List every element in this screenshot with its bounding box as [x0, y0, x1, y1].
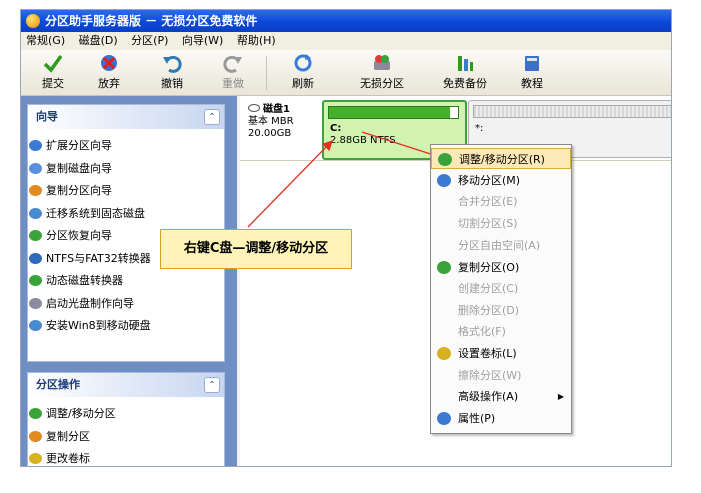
menu-item-allocate-free-space[interactable]: 分区自由空间(A) — [431, 235, 571, 256]
set-label-icon — [437, 347, 451, 360]
menu-item-move[interactable]: 移动分区(M) — [431, 170, 571, 191]
menu-item-label: 复制分区(O) — [458, 261, 520, 274]
menu-item-delete[interactable]: 删除分区(D) — [431, 300, 571, 321]
annotation-arrows — [247, 131, 442, 228]
menu-item-advanced[interactable]: 高级操作(A) ▶ — [431, 386, 571, 407]
menu-item-label: 移动分区(M) — [458, 174, 521, 187]
menu-item-label: 合并分区(E) — [458, 195, 518, 208]
menu-item-label: 擦除分区(W) — [458, 369, 522, 382]
context-menu: 调整/移动分区(R) 移动分区(M) 合并分区(E) 切割分区(S) 分区自由空… — [430, 144, 572, 434]
menu-item-label: 切割分区(S) — [458, 217, 518, 230]
menu-item-create[interactable]: 创建分区(C) — [431, 278, 571, 299]
info-icon — [437, 412, 451, 425]
menu-item-split[interactable]: 切割分区(S) — [431, 213, 571, 234]
menu-item-merge[interactable]: 合并分区(E) — [431, 191, 571, 212]
menu-item-wipe[interactable]: 擦除分区(W) — [431, 365, 571, 386]
menu-item-format[interactable]: 格式化(F) — [431, 321, 571, 342]
arrow-to-partition — [247, 140, 333, 228]
menu-item-label: 属性(P) — [458, 412, 496, 425]
copy-partition-icon — [437, 261, 451, 274]
menu-item-label: 创建分区(C) — [458, 282, 519, 295]
menu-item-label: 高级操作(A) — [458, 390, 519, 403]
menu-item-set-label[interactable]: 设置卷标(L) — [431, 343, 571, 364]
menu-item-label: 调整/移动分区(R) — [459, 153, 545, 166]
submenu-arrow-icon: ▶ — [557, 392, 564, 401]
menu-item-label: 删除分区(D) — [458, 304, 520, 317]
arrow-to-menu — [361, 131, 442, 160]
menu-item-resize-move[interactable]: 调整/移动分区(R) — [431, 148, 571, 169]
menu-item-label: 分区自由空间(A) — [458, 239, 541, 252]
menu-item-label: 设置卷标(L) — [458, 347, 517, 360]
resize-move-icon — [438, 153, 452, 166]
menu-item-label: 格式化(F) — [458, 325, 506, 338]
menu-item-properties[interactable]: 属性(P) — [431, 408, 571, 429]
menu-item-copy[interactable]: 复制分区(O) — [431, 257, 571, 278]
move-partition-icon — [437, 174, 451, 187]
